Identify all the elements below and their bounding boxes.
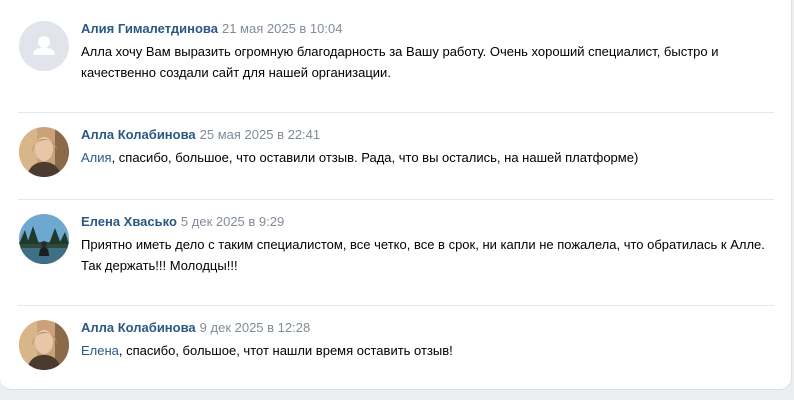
user-avatar[interactable]	[19, 127, 69, 177]
comment-text: Алла хочу Вам выразить огромную благодар…	[81, 41, 781, 83]
divider	[18, 305, 774, 306]
comment-text-line: Алла хочу Вам выразить огромную благодар…	[81, 44, 719, 59]
comment-meta: Елена Хвасько 5 дек 2025 в 9:29	[81, 214, 781, 230]
divider	[18, 112, 774, 113]
comment-text-line: качественно создали сайт для нашей орган…	[81, 65, 391, 80]
divider	[18, 199, 774, 200]
comment-meta: Алла Колабинова 9 дек 2025 в 12:28	[81, 320, 781, 336]
author-link[interactable]: Елена Хвасько	[81, 214, 177, 229]
comment-date[interactable]: 5 дек 2025 в 9:29	[181, 214, 284, 229]
user-avatar[interactable]	[19, 214, 69, 264]
comment-body: Елена Хвасько 5 дек 2025 в 9:29 Приятно и…	[81, 214, 781, 276]
comment-text-line: Приятно иметь дело с таким специалистом,…	[81, 237, 765, 252]
default-avatar-icon[interactable]	[19, 21, 69, 71]
comment-text: Елена, спасибо, большое, чтот нашли врем…	[81, 340, 781, 361]
comment-date[interactable]: 25 мая 2025 в 22:41	[200, 127, 320, 142]
comment-body: Алла Колабинова 25 мая 2025 в 22:41 Алия,…	[81, 127, 781, 168]
comment-text: Приятно иметь дело с таким специалистом,…	[81, 234, 781, 276]
comments-card: Алия Гималетдинова 21 мая 2025 в 10:04 Ал…	[0, 0, 792, 390]
comment-text: Алия, спасибо, большое, что оставили отз…	[81, 147, 781, 168]
comment-text-line: , спасибо, большое, что оставили отзыв. …	[111, 150, 639, 165]
comment-meta: Алия Гималетдинова 21 мая 2025 в 10:04	[81, 21, 781, 37]
comment-date[interactable]: 9 дек 2025 в 12:28	[200, 320, 311, 335]
comment-date[interactable]: 21 мая 2025 в 10:04	[222, 21, 342, 36]
mention-link[interactable]: Елена	[81, 343, 119, 358]
mention-link[interactable]: Алия	[81, 150, 112, 165]
comment-body: Алия Гималетдинова 21 мая 2025 в 10:04 Ал…	[81, 21, 781, 83]
author-link[interactable]: Алла Колабинова	[81, 320, 196, 335]
comment-body: Алла Колабинова 9 дек 2025 в 12:28 Елена,…	[81, 320, 781, 361]
comment-text-line: , спасибо, большое, чтот нашли время ост…	[118, 343, 453, 358]
user-avatar[interactable]	[19, 320, 69, 370]
author-link[interactable]: Алла Колабинова	[81, 127, 196, 142]
author-link[interactable]: Алия Гималетдинова	[81, 21, 218, 36]
comment-text-line: Так держать!!! Молодцы!!!	[81, 258, 238, 273]
comment-meta: Алла Колабинова 25 мая 2025 в 22:41	[81, 127, 781, 143]
